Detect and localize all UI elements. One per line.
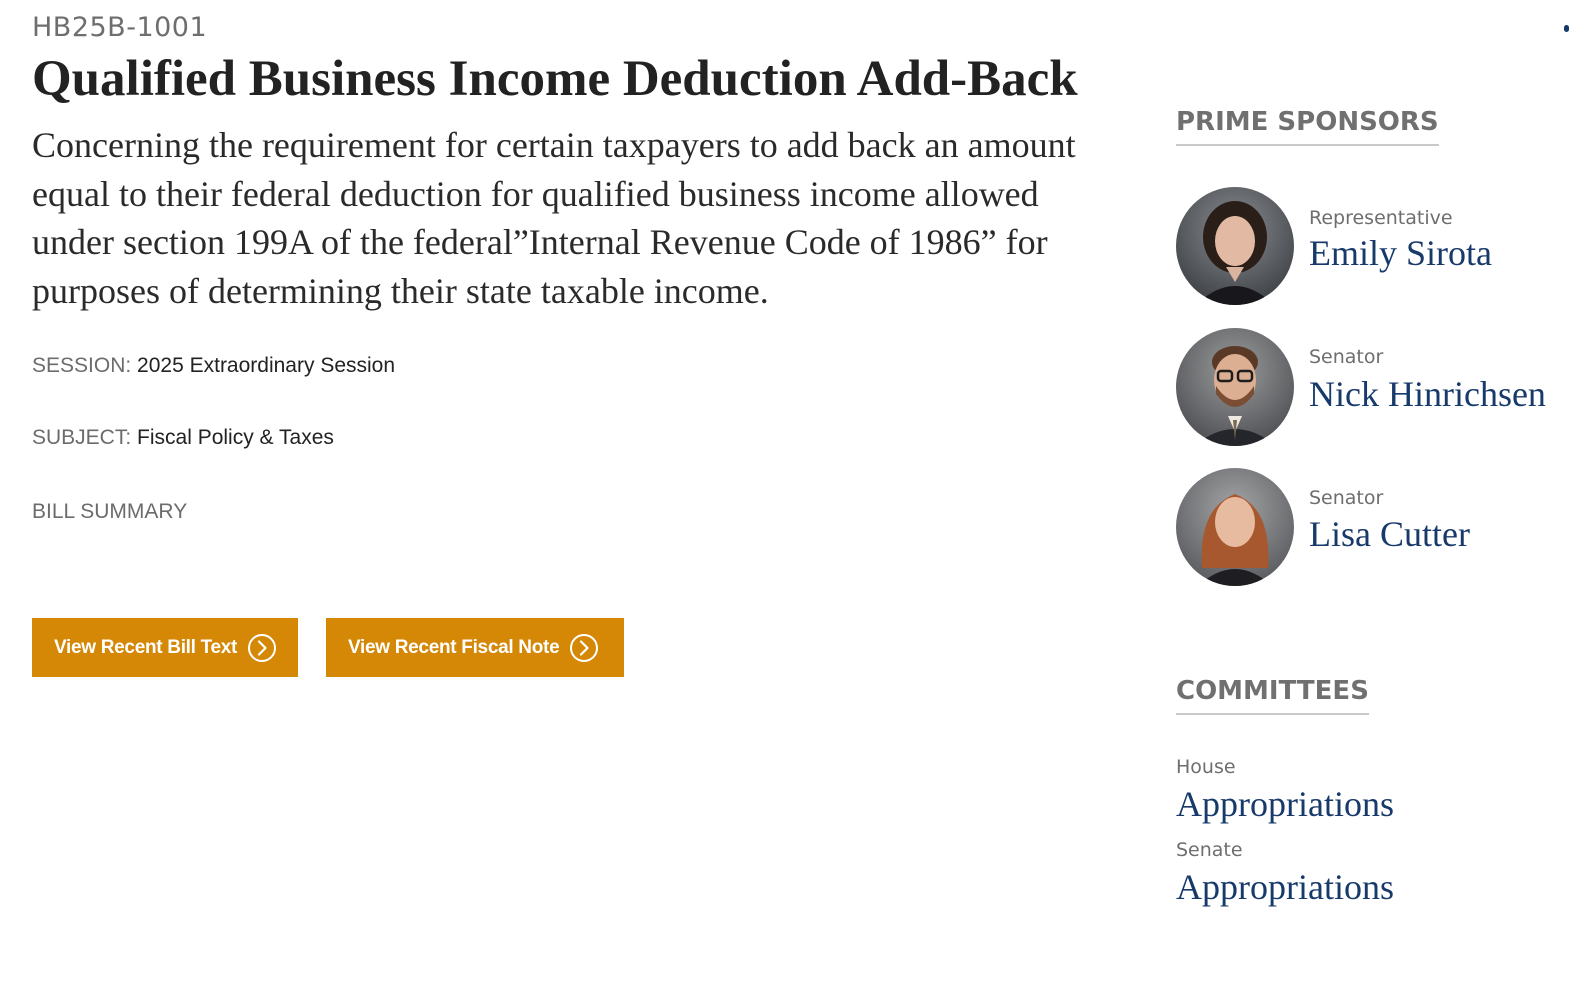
sponsor-role: Representative bbox=[1309, 207, 1453, 229]
view-recent-bill-text-label: View Recent Bill Text bbox=[54, 636, 238, 658]
avatar[interactable] bbox=[1176, 187, 1294, 305]
avatar[interactable] bbox=[1176, 468, 1294, 586]
view-recent-fiscal-note-button[interactable]: View Recent Fiscal Note bbox=[326, 618, 624, 677]
view-recent-bill-text-button[interactable]: View Recent Bill Text bbox=[32, 618, 298, 677]
prime-sponsors-heading: PRIME SPONSORS bbox=[1176, 107, 1439, 146]
avatar[interactable] bbox=[1176, 328, 1294, 446]
session-value: 2025 Extraordinary Session bbox=[137, 354, 396, 377]
session-label: SESSION: bbox=[32, 354, 132, 377]
committee-chamber: House bbox=[1176, 756, 1236, 778]
sponsor-name-link[interactable]: Lisa Cutter bbox=[1309, 513, 1470, 555]
bill-number: HB25B-1001 bbox=[32, 12, 208, 43]
committee-chamber: Senate bbox=[1176, 839, 1243, 861]
committee-link[interactable]: Appropriations bbox=[1176, 783, 1394, 825]
sponsor-card: Senator Nick Hinrichsen bbox=[1176, 328, 1576, 448]
bill-description: Concerning the requirement for certain t… bbox=[32, 125, 1076, 311]
sponsor-role: Senator bbox=[1309, 346, 1384, 368]
bill-summary-label: BILL SUMMARY bbox=[32, 500, 188, 523]
chevron-right-circle-icon bbox=[247, 633, 277, 663]
committees-heading: COMMITTEES bbox=[1176, 676, 1369, 715]
bill-title: Qualified Business Income Deduction Add-… bbox=[32, 51, 1078, 107]
subject-value: Fiscal Policy & Taxes bbox=[137, 426, 334, 449]
committee-link[interactable]: Appropriations bbox=[1176, 866, 1394, 908]
sponsor-name-link[interactable]: Emily Sirota bbox=[1309, 232, 1492, 274]
chevron-right-circle-icon bbox=[569, 633, 599, 663]
sponsor-name-link[interactable]: Nick Hinrichsen bbox=[1309, 373, 1546, 415]
subject-row: SUBJECT: Fiscal Policy & Taxes bbox=[32, 426, 334, 450]
sponsor-card: Representative Emily Sirota bbox=[1176, 187, 1576, 307]
subject-label: SUBJECT: bbox=[32, 426, 132, 449]
edge-dot bbox=[1564, 25, 1569, 32]
session-row: SESSION: 2025 Extraordinary Session bbox=[32, 354, 395, 378]
sponsor-card: Senator Lisa Cutter bbox=[1176, 468, 1576, 588]
view-recent-fiscal-note-label: View Recent Fiscal Note bbox=[348, 636, 560, 658]
sponsor-role: Senator bbox=[1309, 487, 1384, 509]
